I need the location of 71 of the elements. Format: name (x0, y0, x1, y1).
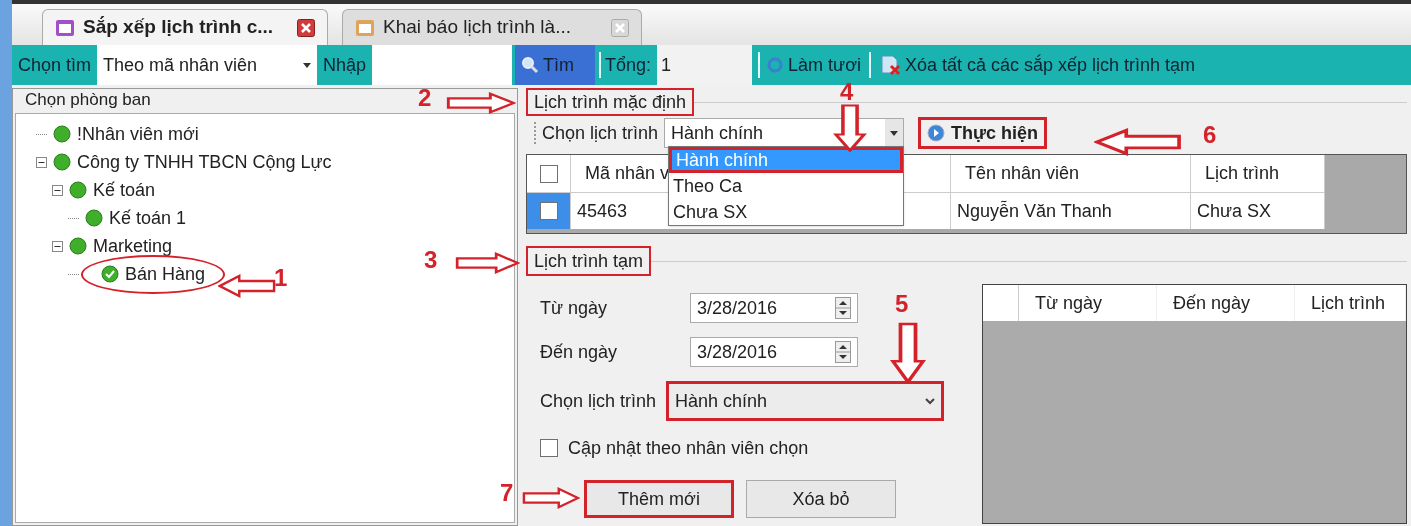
total-label: Tổng: (605, 53, 652, 77)
annotation-arrow (890, 322, 926, 384)
spinner-icon[interactable] (835, 297, 851, 319)
search-by-label: Chọn tìm (17, 53, 93, 77)
to-date-label: Đến ngày (540, 340, 619, 364)
form-button[interactable]: Xóa bỏ (746, 480, 896, 518)
tree-item[interactable]: !Nhân viên mới (49, 120, 203, 148)
row-selector[interactable] (527, 193, 571, 229)
schedule-label: Chọn lịch trình (540, 389, 657, 413)
clear-all-button[interactable]: Xóa tất cả các sắp xếp lịch trình tạm (878, 51, 1196, 79)
column-header[interactable]: Từ ngày (1019, 285, 1157, 321)
node-icon (85, 209, 103, 227)
run-button[interactable]: Thực hiện (918, 117, 1048, 149)
to-date-field[interactable]: 3/28/2016 (690, 337, 858, 367)
annotation-arrow (522, 487, 580, 509)
collapse-icon[interactable] (52, 240, 63, 252)
chevron-down-icon (925, 397, 936, 405)
total-field[interactable]: 1 (657, 45, 753, 85)
spinner-icon[interactable] (835, 341, 851, 363)
refresh-button[interactable]: Làm tươi (766, 51, 861, 79)
refresh-icon (766, 56, 785, 74)
dropdown-option[interactable]: Chưa SX (669, 199, 904, 225)
schedule-dropdown[interactable]: Hành chính (666, 381, 945, 421)
tab[interactable]: Sắp xếp lịch trình c... (42, 9, 328, 45)
node-icon (69, 181, 87, 199)
delete-document-icon (878, 53, 903, 77)
tab[interactable]: Khai báo lịch trình là... (342, 9, 642, 45)
group-title: Lịch trình tạm (526, 246, 652, 276)
from-date-label: Từ ngày (540, 296, 609, 320)
check-circle-icon (101, 265, 119, 283)
panel-header: Chọn phòng ban (25, 89, 151, 111)
group-title: Lịch trình mặc định (526, 88, 695, 116)
column-header[interactable]: Lịch trình (1191, 155, 1325, 193)
collapse-icon[interactable] (52, 184, 63, 196)
calendar-icon (355, 17, 375, 38)
dropdown-icon (303, 62, 312, 68)
search-icon (521, 56, 540, 74)
node-icon (53, 125, 71, 143)
annotation-number: 1 (274, 266, 288, 290)
node-icon (53, 153, 71, 171)
search-by-dropdown[interactable]: Theo mã nhân viên (97, 45, 318, 85)
annotation-number: 4 (840, 80, 854, 104)
tree-item[interactable]: Kế toán (65, 176, 160, 204)
search-field[interactable] (372, 45, 513, 85)
annotation-arrow (218, 274, 276, 298)
input-label: Nhập (322, 53, 368, 77)
select-all-checkbox[interactable] (539, 164, 558, 183)
schedule-icon (55, 17, 75, 38)
close-icon[interactable] (297, 18, 315, 37)
column-header[interactable]: Tên nhân viên (951, 155, 1191, 193)
annotation-number: 7 (500, 481, 514, 505)
schedule-label: Chọn lịch trình (542, 121, 659, 145)
tree-item[interactable]: Công ty TNHH TBCN Cộng Lực (49, 148, 336, 176)
annotation-number: 3 (424, 248, 438, 272)
column-header[interactable]: Lịch trình (1295, 285, 1406, 321)
node-icon (69, 237, 87, 255)
column-header[interactable]: Đến ngày (1157, 285, 1295, 321)
table-cell: Chưa SX (1191, 193, 1325, 229)
table-cell: Nguyễn Văn Thanh (951, 193, 1191, 229)
tree-item[interactable]: Kế toán 1 (81, 204, 191, 232)
checkbox-label: Cập nhật theo nhân viên chọn (568, 436, 809, 460)
form-button[interactable]: Thêm mới (584, 480, 734, 518)
annotation-number: 6 (1203, 123, 1217, 147)
from-date-field[interactable]: 3/28/2016 (690, 293, 858, 323)
collapse-icon[interactable] (36, 156, 47, 168)
checkbox[interactable] (539, 202, 558, 220)
checkbox[interactable] (540, 439, 558, 457)
annotation-number: 2 (418, 86, 432, 110)
play-circle-icon (927, 124, 946, 142)
annotation-number: 5 (895, 292, 909, 316)
dropdown-icon (890, 130, 899, 136)
